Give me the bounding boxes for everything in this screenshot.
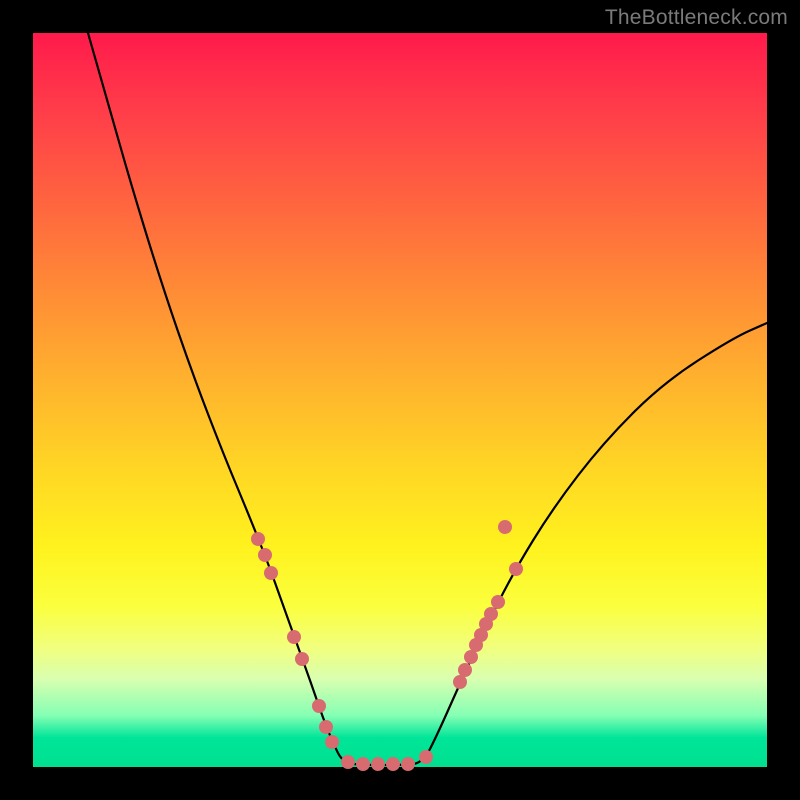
markers-group	[251, 520, 523, 771]
marker-dot	[287, 630, 301, 644]
marker-dot	[295, 652, 309, 666]
marker-dot	[498, 520, 512, 534]
marker-dot	[341, 755, 355, 769]
marker-dot	[453, 675, 467, 689]
marker-dot	[251, 532, 265, 546]
marker-dot	[325, 735, 339, 749]
marker-dot	[401, 757, 415, 771]
marker-dot	[509, 562, 523, 576]
marker-dot	[491, 595, 505, 609]
marker-dot	[264, 566, 278, 580]
marker-dot	[419, 750, 433, 764]
marker-dot	[356, 757, 370, 771]
marker-dot	[484, 607, 498, 621]
marker-dot	[319, 720, 333, 734]
chart-frame: TheBottleneck.com	[0, 0, 800, 800]
watermark-text: TheBottleneck.com	[605, 6, 788, 30]
marker-dot	[312, 699, 326, 713]
marker-dot	[258, 548, 272, 562]
plot-area	[33, 33, 767, 767]
bottleneck-curve	[88, 33, 767, 765]
marker-dot	[371, 757, 385, 771]
marker-dot	[386, 757, 400, 771]
chart-overlay-svg	[33, 33, 767, 767]
marker-dot	[464, 650, 478, 664]
marker-dot	[458, 663, 472, 677]
